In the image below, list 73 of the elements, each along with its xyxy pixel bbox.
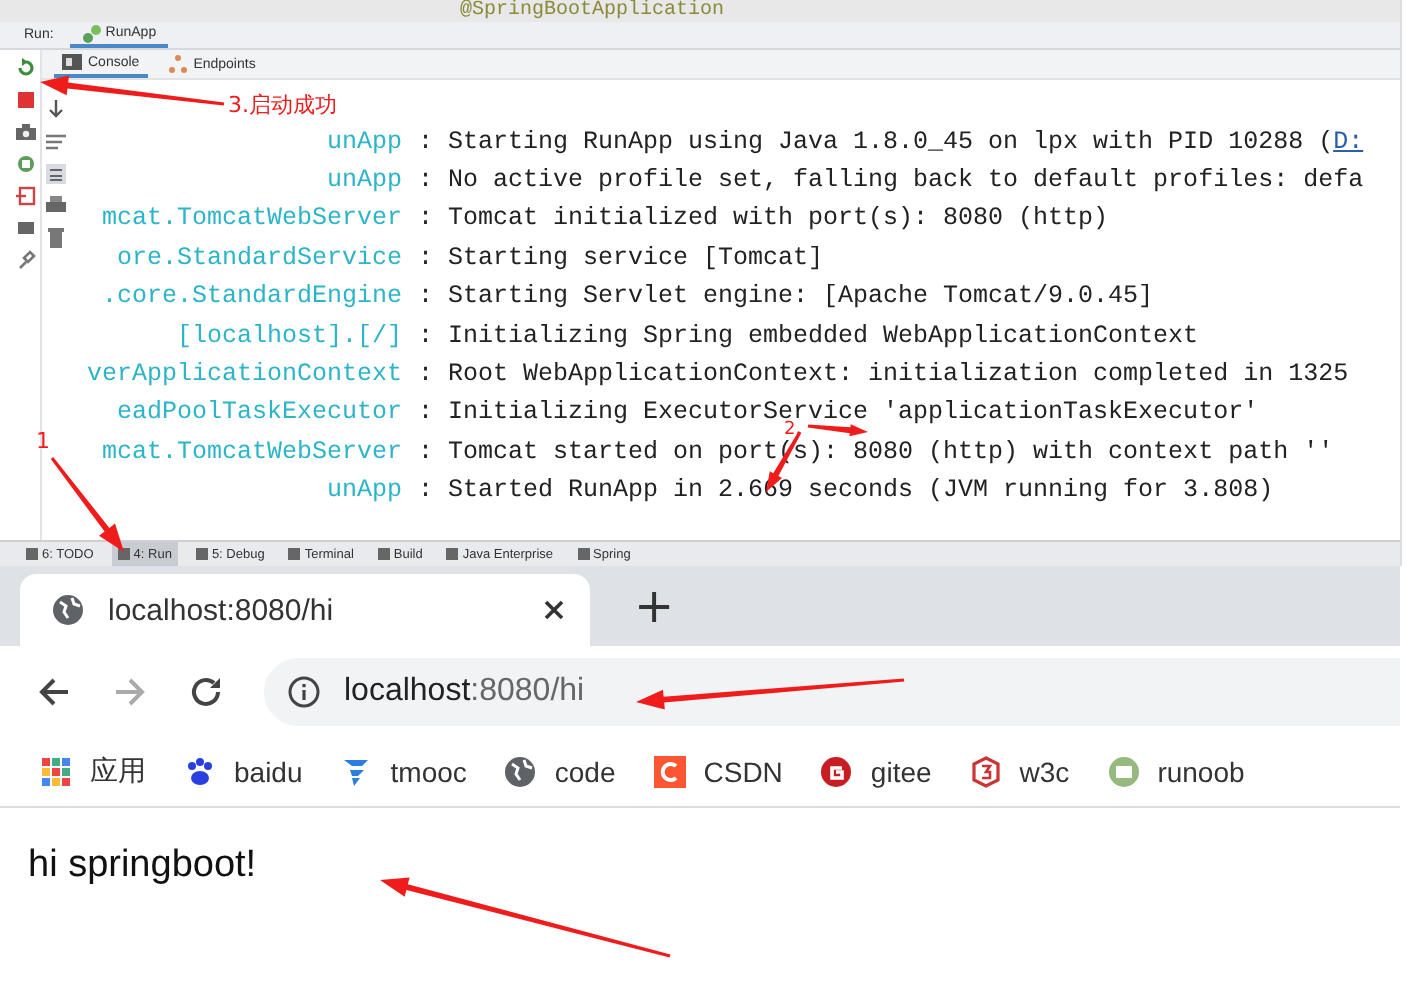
- reload-icon: [188, 674, 224, 710]
- browser-tab[interactable]: localhost:8080/hi: [20, 574, 590, 646]
- tab-title: localhost:8080/hi: [108, 593, 336, 627]
- globe-icon: [504, 756, 537, 788]
- site-logo-icon: [969, 756, 1002, 788]
- bookmark[interactable]: tmooc: [340, 756, 467, 788]
- page-text: hi springboot!: [28, 844, 259, 888]
- tool-window-icon: [117, 548, 130, 560]
- tool-window-icon: [377, 548, 390, 560]
- print-icon: [46, 196, 66, 216]
- scroll-to-end-icon: [46, 164, 66, 184]
- logger-name: unApp: [324, 129, 404, 154]
- log-message: : Root WebApplicationContext: initialization completed in 1325: [418, 362, 1349, 387]
- address-field[interactable]: localhost:8080/hi: [264, 658, 1400, 726]
- log-message: : Tomcat initialized with port(s): 8080 (http): [418, 206, 1109, 231]
- annotation-arrow: [50, 457, 124, 552]
- log-message: : Initializing Spring embedded WebApplicationContext: [418, 323, 1199, 348]
- bookmark[interactable]: 应用: [40, 754, 146, 790]
- site-logo-icon: [1107, 756, 1140, 788]
- log-message: : Starting service [Tomcat]: [418, 245, 824, 270]
- logger-name: eadPoolTaskExecutor: [114, 400, 404, 425]
- close-icon: [542, 598, 566, 622]
- soft-wrap-icon: [46, 132, 66, 152]
- bookmark[interactable]: CSDN: [653, 756, 783, 788]
- log-message: : Starting Servlet engine: [Apache Tomcat/9.0.45]: [418, 284, 1154, 309]
- stop-icon: [16, 90, 36, 110]
- trash-icon: [46, 228, 66, 248]
- file-link[interactable]: D:: [1333, 127, 1364, 156]
- site-logo-icon: [820, 756, 853, 788]
- app-run-icon: [81, 23, 102, 43]
- logger-name: ore.StandardService: [114, 245, 404, 270]
- logger-name: mcat.TomcatWebServer: [99, 206, 404, 231]
- pin-icon: [16, 250, 36, 270]
- site-logo-icon: [653, 756, 686, 788]
- logger-name: .core.StandardEngine: [99, 284, 404, 309]
- logger-name: unApp: [324, 168, 404, 193]
- new-tab-button[interactable]: +: [626, 578, 683, 634]
- tool-window-icon: [26, 548, 38, 560]
- bookmark[interactable]: runoob: [1107, 756, 1245, 788]
- exit-icon: [16, 186, 36, 206]
- restart-icon: [16, 154, 36, 174]
- layout-icon: [16, 218, 36, 238]
- back-icon: [36, 674, 72, 710]
- logger-name: [localhost].[/]: [174, 323, 404, 348]
- globe-icon: [52, 594, 84, 626]
- site-logo-icon: [340, 756, 373, 788]
- annotation-text: 2.: [784, 422, 802, 440]
- camera-icon: [16, 122, 36, 142]
- forward-icon: [112, 674, 148, 710]
- bookmark[interactable]: baidu: [184, 756, 303, 788]
- paw-icon: [184, 756, 216, 788]
- down-arrow-icon: [46, 100, 66, 120]
- log-message: : No active profile set, falling back to default profiles: defa: [418, 168, 1364, 193]
- log-message: : Starting RunApp using Java 1.8.0_45 on lpx with PID 10288 (D:: [418, 129, 1364, 154]
- rerun-icon: [16, 58, 36, 78]
- endpoints-icon: [167, 54, 188, 74]
- info-icon: [288, 676, 320, 708]
- logger-name: unApp: [324, 478, 404, 503]
- bookmark[interactable]: code: [504, 756, 616, 788]
- bookmark[interactable]: gitee: [820, 756, 932, 788]
- annotation-text: 3.启动成功: [228, 90, 337, 120]
- tool-window-icon: [288, 548, 301, 560]
- bookmark[interactable]: w3c: [969, 756, 1070, 788]
- logger-name: verApplicationContext: [84, 362, 404, 387]
- tool-window-icon: [577, 548, 590, 560]
- logger-name: mcat.TomcatWebServer: [99, 439, 404, 464]
- code-line: @SpringBootApplication: [460, 0, 727, 22]
- tool-window-icon: [195, 548, 208, 560]
- annotation-arrow: [807, 424, 868, 437]
- apps-grid-icon: [40, 756, 72, 788]
- url-text: localhost:8080/hi: [344, 674, 585, 710]
- tool-window-icon: [446, 548, 459, 560]
- annotation-text: 1: [36, 428, 50, 454]
